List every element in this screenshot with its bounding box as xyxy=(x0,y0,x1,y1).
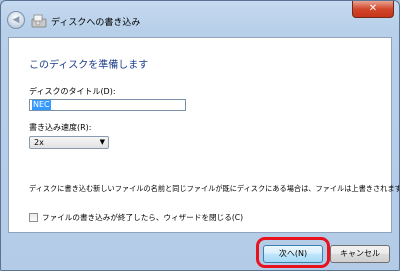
disc-title-label: ディスクのタイトル(D): xyxy=(29,87,116,96)
title-bar: ◀ ディスクへの書き込み ✕ xyxy=(1,1,399,37)
next-button[interactable]: 次へ(N) xyxy=(263,245,323,263)
cancel-button[interactable]: キャンセル xyxy=(330,245,390,263)
close-icon: ✕ xyxy=(368,3,378,14)
wizard-content-panel: このディスクを準備します ディスクのタイトル(D): NEC 書き込み速度(R)… xyxy=(8,37,399,233)
page-heading: このディスクを準備します xyxy=(29,60,149,71)
window-title: ディスクへの書き込み xyxy=(51,18,141,28)
disc-burn-icon xyxy=(31,14,47,28)
close-wizard-label[interactable]: ファイルの書き込みが終了したら、ウィザードを閉じる(C) xyxy=(42,212,243,223)
disc-title-input[interactable]: NEC xyxy=(29,99,186,111)
burn-disc-wizard-window: ◀ ディスクへの書き込み ✕ このディスクを準備します ディスクのタイトル(D)… xyxy=(0,0,400,271)
disc-title-value: NEC xyxy=(32,100,51,110)
write-speed-select[interactable]: 2x ▼ xyxy=(29,136,109,149)
back-button[interactable]: ◀ xyxy=(7,11,25,29)
back-arrow-icon: ◀ xyxy=(12,15,20,25)
close-button[interactable]: ✕ xyxy=(352,1,394,18)
chevron-down-icon: ▼ xyxy=(99,138,105,146)
close-wizard-checkbox[interactable] xyxy=(29,213,38,222)
overwrite-note: ディスクに書き込む新しいファイルの名前と同じファイルが既にディスクにある場合は、… xyxy=(29,184,400,193)
write-speed-label: 書き込み速度(R): xyxy=(29,123,92,132)
close-wizard-option[interactable]: ファイルの書き込みが終了したら、ウィザードを閉じる(C) xyxy=(29,212,243,223)
write-speed-value: 2x xyxy=(34,138,44,147)
